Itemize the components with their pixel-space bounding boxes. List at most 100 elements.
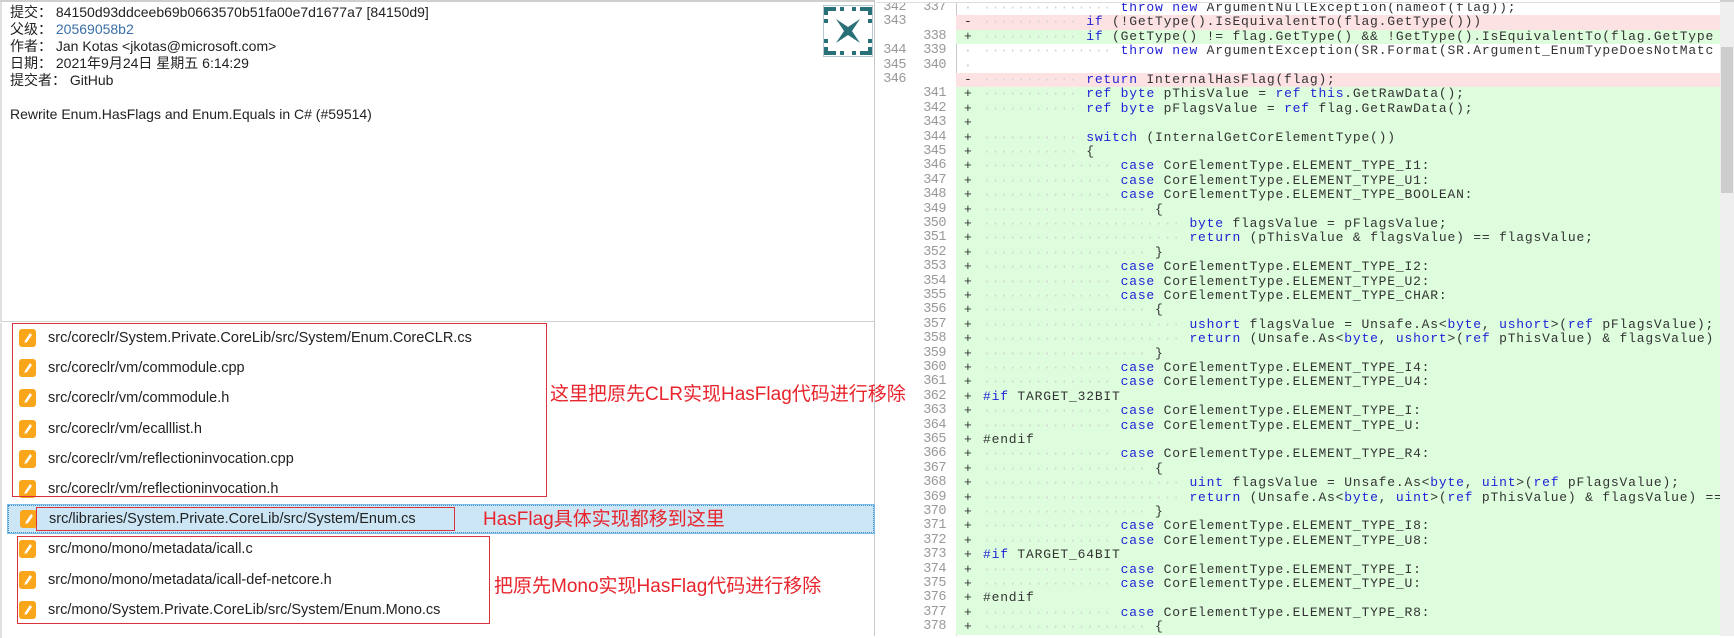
diff-line-body: + xyxy=(956,115,1720,131)
file-list-item[interactable]: src/coreclr/vm/ecalllist.h xyxy=(8,415,874,443)
keyword-token: ref xyxy=(1284,100,1310,116)
diff-sign: · xyxy=(964,2,972,15)
diff-line-body: + ··············· case CorElementType.ELE… xyxy=(956,374,1720,390)
modified-file-icon xyxy=(19,389,36,408)
code-text: return (Unsafe.As<byte, ushort>(ref pThi… xyxy=(1189,331,1715,347)
diff-sign: + xyxy=(964,460,972,476)
diff-line-add: 374 + ··············· case CorElementType.… xyxy=(876,561,1720,577)
diff-line-body: + ··············· case CorElementType.ELE… xyxy=(956,259,1720,275)
parent-label: 父级： xyxy=(10,21,52,37)
diff-line-body: + ······················· ushort flagsVal… xyxy=(956,316,1720,333)
annotation-mono-removed: 把原先Mono实现HasFlag代码进行移除 xyxy=(494,576,822,597)
modified-file-icon xyxy=(19,359,36,378)
diff-line-body: + ······················· return (Unsafe.… xyxy=(956,331,1720,347)
diff-line-body: + ··············· case CorElementType.ELE… xyxy=(956,446,1720,462)
diff-line-body: · ··············· throw new ArgumentExcep… xyxy=(956,43,1720,58)
file-list-item[interactable]: src/coreclr/System.Private.CoreLib/src/S… xyxy=(8,324,874,352)
keyword-token: ushort xyxy=(1499,316,1551,332)
diff-line-body: + ······················· uint flagsValue… xyxy=(956,475,1720,491)
diff-sign: + xyxy=(964,158,972,174)
keyword-token: uint xyxy=(1189,475,1224,491)
diff-sign: + xyxy=(964,446,972,462)
diff-line-body: + ··············· case CorElementType.ELE… xyxy=(956,532,1720,549)
diff-line-add: 358 + ······················· return (Unsa… xyxy=(876,331,1720,347)
diff-sign: + xyxy=(964,345,972,361)
scrollbar-thumb[interactable] xyxy=(1721,47,1733,193)
diff-line-add: 367 + ··················· { xyxy=(876,460,1720,477)
keyword-token: ref xyxy=(1447,489,1474,505)
diff-line-add: 344 + ··········· switch (InternalGetCorEl… xyxy=(876,129,1720,145)
code-text: case CorElementType.ELEMENT_TYPE_BOOLEAN… xyxy=(1120,187,1474,203)
commit-info-panel: 提交： 84150d93ddceeb69b0663570b51fa00e7d16… xyxy=(0,2,874,322)
diff-line-body: + ··············· case CorElementType.ELE… xyxy=(956,158,1720,174)
keyword-token: ref xyxy=(1567,316,1594,332)
file-path: src/coreclr/vm/reflectioninvocation.h xyxy=(48,481,279,497)
diff-line-body: + ··················· { xyxy=(956,302,1720,318)
new-line-number: 361 xyxy=(923,374,946,390)
keyword-token: return xyxy=(1189,331,1242,347)
diff-line-body: + ··············· case CorElementType.ELE… xyxy=(956,288,1720,304)
diff-sign: + xyxy=(964,201,972,217)
diff-line-add: 365 + #endif xyxy=(876,432,1720,448)
diff-line-ctx: 342 337 · ··············· throw new Argumen… xyxy=(876,2,1720,15)
diff-line-body: + ··················· { xyxy=(956,201,1720,217)
new-line-number: 349 xyxy=(923,201,946,217)
new-line-number: 353 xyxy=(923,259,946,275)
diff-sign: + xyxy=(964,187,972,203)
new-line-number: 373 xyxy=(923,547,946,563)
new-line-number: 345 xyxy=(923,144,946,159)
new-line-number: 341 xyxy=(923,86,946,102)
diff-sign: + xyxy=(964,532,972,548)
diff-sign: + xyxy=(964,288,972,303)
new-line-number: 378 xyxy=(923,619,946,635)
code-text: if (!GetType().IsEquivalentTo(flag.GetTy… xyxy=(1086,14,1482,30)
keyword-token: case xyxy=(1120,187,1156,203)
code-text: case CorElementType.ELEMENT_TYPE_R4: xyxy=(1120,446,1431,462)
new-line-number: 371 xyxy=(923,518,946,534)
keyword-token: if xyxy=(1086,28,1104,44)
file-list-item[interactable]: src/coreclr/vm/reflectioninvocation.h xyxy=(8,475,874,503)
diff-line-body: + #if TARGET_64BIT xyxy=(956,547,1720,563)
new-line-number: 358 xyxy=(923,331,946,347)
file-list-item[interactable]: src/mono/System.Private.CoreLib/src/Syst… xyxy=(8,596,874,624)
new-line-number: 348 xyxy=(923,187,946,203)
annotation-clr-removed: 这里把原先CLR实现HasFlag代码进行移除 xyxy=(550,384,906,405)
diff-sign: + xyxy=(964,144,972,159)
new-line-number: 369 xyxy=(923,489,946,505)
commit-date: 2021年9月24日 星期五 6:14:29 xyxy=(55,55,249,71)
new-line-number: 374 xyxy=(923,561,946,577)
diff-sign: + xyxy=(964,129,972,145)
diff-scrollbar[interactable] xyxy=(1720,0,1734,636)
file-list-item[interactable]: src/libraries/System.Private.CoreLib/src… xyxy=(7,504,875,535)
diff-line-add: 346 + ··············· case CorElementType.… xyxy=(876,158,1720,174)
code-text: case CorElementType.ELEMENT_TYPE_I1: xyxy=(1120,158,1431,174)
diff-view[interactable]: 342 337 · ··············· throw new Argumen… xyxy=(876,2,1720,636)
file-list-item[interactable]: src/coreclr/vm/commodule.cpp xyxy=(8,354,874,382)
new-line-number: 355 xyxy=(923,288,946,303)
file-list-item[interactable]: src/coreclr/vm/reflectioninvocation.cpp xyxy=(8,445,874,473)
file-path: src/mono/System.Private.CoreLib/src/Syst… xyxy=(48,601,441,618)
keyword-token: byte xyxy=(1120,100,1156,116)
new-line-number: 343 xyxy=(923,115,946,131)
keyword-token: case xyxy=(1120,518,1156,534)
diff-sign: + xyxy=(964,561,972,577)
diff-sign: + xyxy=(964,403,972,419)
code-text: throw new ArgumentNullException(nameof(f… xyxy=(1120,2,1517,15)
file-path: src/coreclr/System.Private.CoreLib/src/S… xyxy=(48,330,472,346)
diff-sign: + xyxy=(964,115,972,131)
diff-line-add: 364 + ··············· case CorElementType.… xyxy=(876,418,1720,433)
code-text: switch (InternalGetCorElementType()) xyxy=(1086,129,1396,145)
keyword-token: case xyxy=(1120,604,1156,620)
old-line-number: 346 xyxy=(883,72,906,87)
file-path: src/libraries/System.Private.CoreLib/src… xyxy=(49,511,416,528)
diff-line-ctx: 344 339 · ··············· throw new Argumen… xyxy=(876,43,1720,58)
sha-label: 提交： xyxy=(10,4,52,20)
keyword-token: ushort xyxy=(1189,316,1242,332)
diff-line-body: + ··············· case CorElementType.ELE… xyxy=(956,604,1720,621)
diff-line-body: + ··········· ref byte pFlagsValue = ref … xyxy=(956,100,1720,117)
new-line-number: 360 xyxy=(923,360,946,375)
parent-link[interactable]: 20569058b2 xyxy=(56,21,134,37)
file-path: src/coreclr/vm/commodule.cpp xyxy=(48,360,245,377)
diff-line-body: + ··················· } xyxy=(956,504,1720,520)
file-list-item[interactable]: src/mono/mono/metadata/icall.c xyxy=(8,535,874,563)
